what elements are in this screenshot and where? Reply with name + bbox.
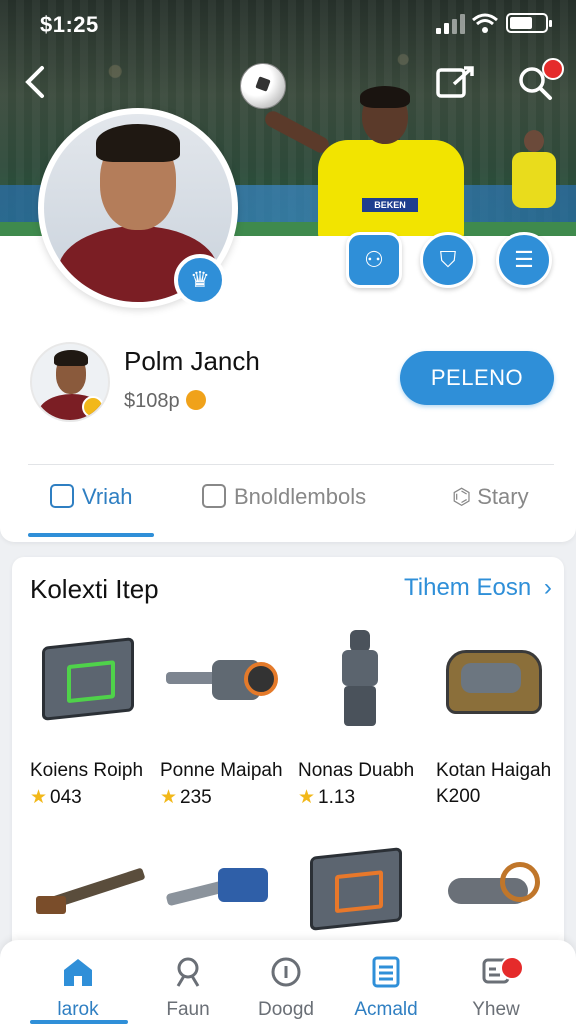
star-icon: ★	[30, 787, 48, 808]
collection-item[interactable]	[26, 628, 156, 728]
list-icon	[372, 956, 400, 988]
friends-button[interactable]: ⚇	[346, 232, 402, 288]
edit-icon	[202, 484, 226, 508]
background-player	[508, 130, 560, 230]
tab-label: Bnoldlembols	[234, 484, 367, 509]
menu-button[interactable]: ☰	[496, 232, 552, 288]
box-icon	[50, 484, 74, 508]
cannon-icon	[166, 654, 278, 704]
blaster-icon	[165, 868, 276, 908]
home-icon	[64, 959, 92, 986]
nav-item-home[interactable]: larok	[28, 956, 128, 1021]
star-icon: ★	[160, 787, 178, 808]
item-name: Kotan Haigah	[436, 760, 552, 781]
nav-active-indicator	[30, 1020, 128, 1024]
nav-label: Faun	[166, 999, 210, 1020]
collection-item[interactable]	[432, 628, 562, 728]
crate-icon	[310, 847, 402, 931]
nav-item-faun[interactable]: Faun	[138, 956, 238, 1021]
pipe-part-icon	[448, 862, 544, 916]
coin-icon	[185, 390, 206, 410]
status-bar: $1:25	[0, 0, 576, 46]
notification-badge	[542, 58, 564, 80]
collection-see-all-link[interactable]: Tihem Eosn ›	[404, 574, 552, 602]
item-name: Koiens Roiph	[30, 760, 144, 781]
tab-label: Stary	[477, 484, 529, 509]
profile-name: Polm Janch	[124, 346, 260, 376]
item-price: ★ 1.13	[298, 787, 356, 808]
info-icon	[271, 957, 301, 987]
profile-coins: $108p	[124, 390, 206, 413]
status-time: $1:25	[40, 12, 99, 37]
wifi-icon	[472, 13, 498, 33]
battery-icon	[506, 13, 552, 33]
football	[240, 63, 286, 109]
collection-title: Kolexti Itep	[30, 574, 159, 604]
item-price: ★ 235	[160, 787, 212, 808]
nav-notification-badge	[500, 956, 524, 980]
armor-suit-icon	[338, 630, 382, 726]
coins-value: $108p	[124, 390, 180, 412]
primary-action-button[interactable]: PELENO	[400, 351, 554, 405]
tab-stary[interactable]: ⌬ Stary	[452, 484, 529, 520]
footballer: BEKEN	[262, 86, 480, 238]
item-price: K200	[436, 786, 481, 807]
shirt-sponsor: BEKEN	[362, 198, 418, 212]
shield-button[interactable]: ⛉	[420, 232, 476, 288]
item-price: ★ 043	[30, 787, 82, 808]
tab-indicator	[28, 533, 154, 537]
collection-item[interactable]	[26, 838, 156, 938]
nav-item-doogd[interactable]: Doogd	[236, 956, 336, 1021]
user-icon	[176, 957, 200, 987]
back-icon[interactable]	[22, 62, 52, 102]
signal-icon	[436, 14, 466, 34]
collection-item[interactable]	[156, 838, 286, 938]
nav-label: Yhew	[472, 999, 520, 1020]
nav-label: Doogd	[258, 999, 314, 1020]
nav-item-yhew[interactable]: Yhew	[446, 956, 546, 1021]
crate-icon	[42, 637, 134, 721]
chevron-right-icon: ›	[543, 574, 552, 601]
rifle-icon	[36, 867, 146, 914]
item-name: Nonas Duabh	[298, 760, 415, 781]
item-name: Ponne Maipah	[160, 760, 283, 781]
collection-item[interactable]	[294, 628, 424, 728]
collection-item[interactable]	[432, 838, 562, 938]
divider	[28, 464, 554, 465]
tab-label: Vriah	[82, 484, 133, 509]
nav-item-acmald[interactable]: Acmald	[336, 956, 436, 1021]
collection-item[interactable]	[156, 628, 286, 728]
leaf-icon: ⌬	[452, 484, 472, 509]
nav-label: Acmald	[354, 999, 418, 1020]
tab-vriah[interactable]: Vriah	[50, 484, 133, 520]
nav-label: larok	[57, 999, 99, 1020]
team-badge-icon: ♛	[174, 254, 226, 306]
share-icon[interactable]	[434, 62, 478, 102]
status-indicator	[82, 396, 104, 418]
star-icon: ★	[298, 787, 316, 808]
vehicle-icon	[446, 650, 542, 714]
user-avatar[interactable]	[30, 342, 110, 422]
tab-bnoldlembols[interactable]: Bnoldlembols	[202, 484, 366, 520]
collection-item[interactable]	[294, 838, 424, 938]
